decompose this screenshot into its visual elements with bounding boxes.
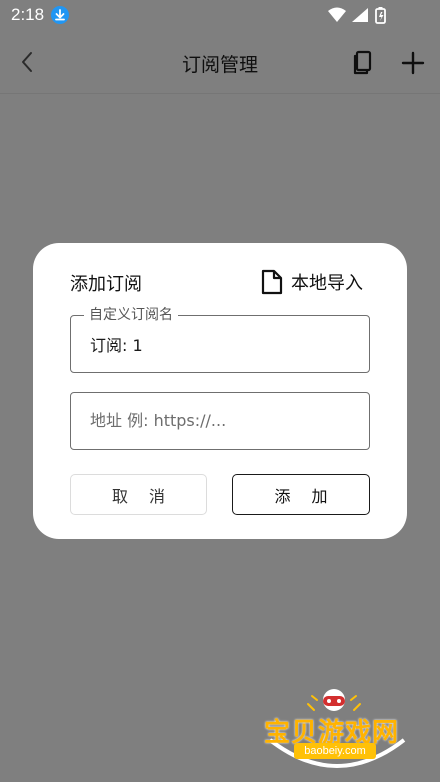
subscription-name-label: 自定义订阅名 bbox=[84, 306, 178, 324]
status-icons bbox=[328, 6, 408, 26]
watermark: 宝贝游戏网 baobeiy.com bbox=[262, 684, 412, 774]
add-subscription-button[interactable] bbox=[398, 48, 428, 78]
file-icon bbox=[261, 269, 283, 295]
local-import-button[interactable]: 本地导入 bbox=[261, 267, 363, 297]
watermark-url: baobeiy.com bbox=[294, 743, 376, 759]
subscription-url-input[interactable] bbox=[90, 411, 350, 430]
subscription-url-field bbox=[70, 392, 370, 450]
import-book-button[interactable] bbox=[348, 48, 378, 78]
signal-icon bbox=[352, 8, 368, 22]
wifi-icon bbox=[328, 7, 346, 22]
status-time: 2:18 bbox=[11, 5, 45, 24]
screen: 2:18 订阅管理 添加订阅 本地导入 自定义订阅名 订阅: 1 地址 例: h… bbox=[0, 0, 440, 782]
cancel-button[interactable]: 取 消 bbox=[70, 474, 207, 515]
subscription-name-input[interactable] bbox=[90, 334, 350, 353]
dialog-title: 添加订阅 bbox=[70, 274, 142, 295]
subscription-name-field: 自定义订阅名 bbox=[70, 306, 370, 373]
app-bar: 订阅管理 bbox=[0, 32, 440, 94]
add-button[interactable]: 添 加 bbox=[232, 474, 370, 515]
add-subscription-dialog: 添加订阅 本地导入 自定义订阅名 取 消 添 加 bbox=[33, 243, 407, 539]
local-import-label: 本地导入 bbox=[291, 273, 363, 294]
plus-icon bbox=[401, 51, 425, 75]
status-bar: 2:18 bbox=[0, 0, 440, 32]
download-icon bbox=[51, 6, 69, 24]
book-icon bbox=[353, 50, 372, 75]
battery-icon bbox=[375, 7, 386, 24]
